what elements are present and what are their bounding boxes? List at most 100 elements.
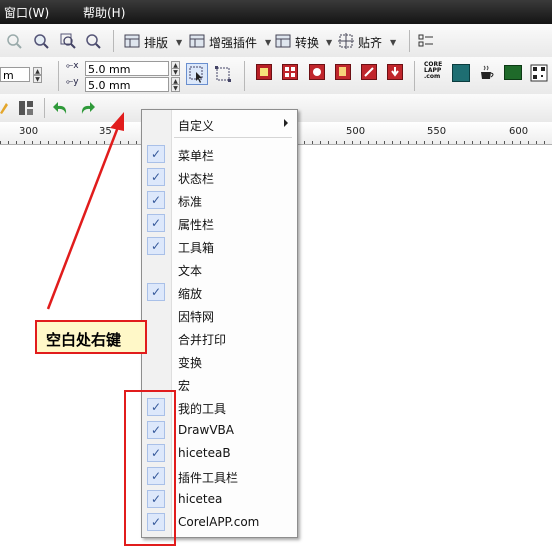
zoom-out-icon[interactable]: [6, 33, 22, 49]
ruler-tick: [448, 141, 449, 144]
ruler-tick: [96, 141, 97, 144]
zoom-icon[interactable]: [33, 33, 49, 49]
align-button[interactable]: 贴齐: [358, 34, 382, 51]
ruler-label: 300: [19, 126, 39, 137]
ruler-tick: [496, 141, 497, 144]
menu-item[interactable]: 合并打印: [142, 327, 297, 350]
toolbar-separator: [409, 30, 410, 52]
ruler-tick: [504, 141, 505, 144]
corelapp-logo[interactable]: CORE LAPP .com: [424, 62, 446, 80]
menu-item[interactable]: ✓ 状态栏: [142, 166, 297, 189]
checkmark-icon: ✓: [147, 168, 165, 186]
menu-item-label: 缩放: [178, 287, 203, 301]
ruler-tick: [80, 141, 81, 144]
ruler-tick: [312, 141, 313, 144]
chevron-down-icon[interactable]: ▼: [326, 38, 332, 47]
convert-icon: [275, 34, 291, 48]
ocr-icon[interactable]: [452, 64, 470, 82]
menu-item[interactable]: ✓ 标准: [142, 189, 297, 212]
screen-icon[interactable]: [504, 65, 522, 80]
menu-item[interactable]: 因特网: [142, 304, 297, 327]
menu-window[interactable]: 窗口(W): [4, 4, 49, 21]
undo-icon[interactable]: [52, 99, 70, 117]
ruler-tick: [336, 141, 337, 144]
ruler-tick: [368, 141, 369, 144]
layout-button[interactable]: 排版: [144, 34, 168, 51]
ruler-tick: [24, 141, 25, 144]
chevron-down-icon[interactable]: ▼: [176, 38, 182, 47]
ruler-tick: [464, 141, 465, 144]
submenu-arrow-icon: [284, 119, 288, 127]
ruler-tick: [0, 141, 1, 144]
spin-down-icon[interactable]: ▼: [171, 68, 180, 76]
plugin-star-icon[interactable]: [256, 64, 272, 80]
ruler-tick: [536, 141, 537, 144]
menu-item-label: hiceteaB: [178, 446, 231, 460]
offset-y-field[interactable]: 5.0 mm: [85, 77, 169, 92]
ruler-tick: [456, 141, 457, 144]
cursor-icon: [189, 66, 203, 83]
menu-item[interactable]: ✓ 缩放: [142, 281, 297, 304]
ruler-label: 600: [509, 126, 529, 137]
menu-item[interactable]: ✓ 属性栏: [142, 212, 297, 235]
checkmark-icon: ✓: [147, 191, 165, 209]
chevron-down-icon[interactable]: ▼: [390, 38, 396, 47]
menu-item[interactable]: 变换: [142, 350, 297, 373]
ruler-tick: [344, 141, 345, 144]
zoom-page-icon[interactable]: [60, 33, 76, 49]
ruler-tick: [480, 141, 481, 144]
menu-item[interactable]: ✓ 工具箱: [142, 235, 297, 258]
ruler-tick: [488, 141, 489, 144]
ruler-tick: [424, 141, 425, 144]
menu-item-label: 属性栏: [178, 218, 215, 232]
annotation-text: 空白处右键: [46, 331, 122, 349]
plugin-grid-icon[interactable]: [282, 64, 298, 80]
spin-down-icon[interactable]: ▼: [171, 84, 180, 92]
menu-separator: [174, 137, 292, 138]
ruler-tick: [520, 141, 521, 144]
coffee-icon[interactable]: [478, 64, 496, 82]
ruler-tick: [440, 141, 441, 144]
plugin-burst-icon[interactable]: [309, 64, 325, 80]
layout-icon[interactable]: [18, 100, 34, 116]
menu-item[interactable]: 自定义: [142, 113, 297, 136]
ruler-label: 550: [427, 126, 447, 137]
menu-help[interactable]: 帮助(H): [83, 4, 125, 21]
ruler-tick: [56, 141, 57, 144]
offset-y-icon: ⟜y: [66, 77, 79, 87]
qr-code-icon[interactable]: [530, 64, 548, 82]
plugin-copy-icon[interactable]: [335, 64, 351, 80]
menu-item[interactable]: ✓ 菜单栏: [142, 143, 297, 166]
menu-item-label: 文本: [178, 264, 203, 278]
plugin-download-icon[interactable]: [387, 64, 403, 80]
zoom-fit-icon[interactable]: [85, 33, 101, 49]
menu-item[interactable]: 文本: [142, 258, 297, 281]
pen-icon[interactable]: [0, 101, 8, 115]
ruler-tick: [112, 141, 113, 144]
ruler-tick: [432, 141, 433, 144]
ruler-tick: [376, 141, 377, 144]
ruler-tick: [416, 141, 417, 144]
redo-icon[interactable]: [78, 99, 96, 117]
checklist-icon[interactable]: [418, 33, 434, 49]
menubar: 窗口(W) 帮助(H): [0, 0, 552, 24]
menu-item-label: 我的工具: [178, 402, 227, 416]
menu-item-label: 宏: [178, 379, 191, 393]
ruler-tick: [136, 141, 137, 144]
spin-down-icon[interactable]: ▼: [33, 75, 42, 83]
ruler-tick: [64, 141, 65, 144]
ruler-tick: [384, 141, 385, 144]
offset-x-field[interactable]: 5.0 mm: [85, 61, 169, 76]
plugin-brush-icon[interactable]: [361, 64, 377, 80]
ruler-tick: [544, 141, 545, 144]
ruler-tick: [328, 141, 329, 144]
select-tool-button[interactable]: [186, 63, 208, 85]
plugins-button[interactable]: 增强插件: [209, 34, 257, 51]
transform-icon[interactable]: [214, 65, 232, 83]
convert-button[interactable]: 转换: [295, 34, 319, 51]
spin-up-icon[interactable]: ▲: [33, 67, 42, 75]
menu-item-label: 自定义: [178, 119, 215, 133]
menu-item-label: 因特网: [178, 310, 215, 324]
chevron-down-icon[interactable]: ▼: [265, 38, 271, 47]
size-field[interactable]: m: [0, 67, 30, 82]
